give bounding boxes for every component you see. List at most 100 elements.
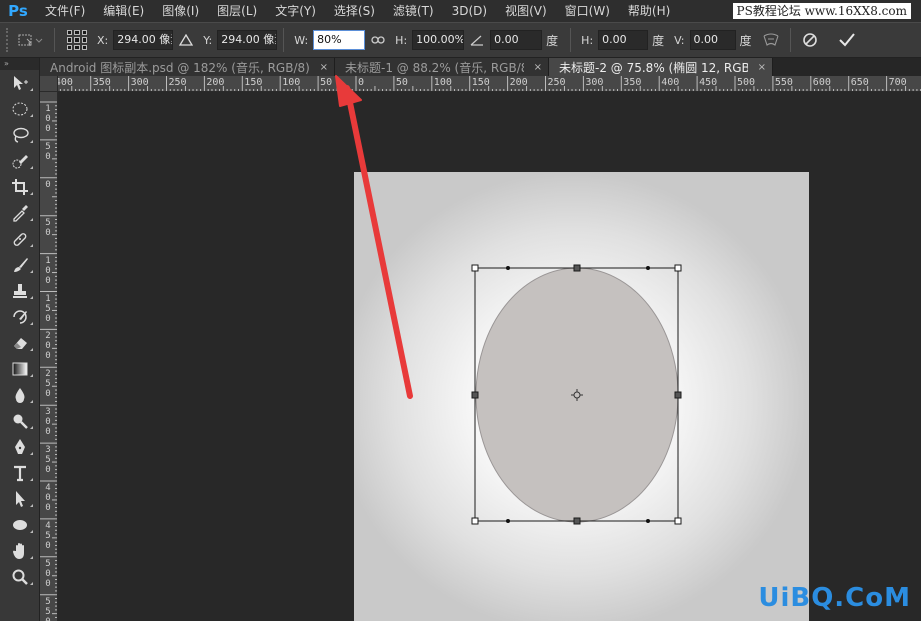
- ruler-h-label: 350: [623, 77, 642, 88]
- skew-v-input[interactable]: 0.00: [689, 30, 736, 50]
- horizontal-ruler[interactable]: 4003503002502001501005005010015020025030…: [58, 76, 921, 92]
- warp-icon[interactable]: [761, 30, 781, 50]
- canvas-workspace[interactable]: [58, 92, 921, 621]
- y-input[interactable]: 294.00 像素: [217, 30, 278, 50]
- ruler-v-label: 4 0 0: [45, 483, 51, 513]
- type-tool[interactable]: [0, 460, 40, 486]
- close-icon[interactable]: ×: [320, 62, 328, 73]
- marquee-tool[interactable]: [0, 96, 40, 122]
- lasso-tool[interactable]: [0, 122, 40, 148]
- ruler-v-label: 0: [45, 179, 51, 190]
- document-tab[interactable]: Android 图标副本.psd @ 182% (音乐, RGB/8) * ×: [40, 58, 335, 76]
- tab-label: 未标题-1 @ 88.2% (音乐, RGB/8) *: [345, 60, 524, 75]
- menu-item[interactable]: 3D(D): [443, 0, 496, 22]
- move-tool[interactable]: [0, 70, 40, 96]
- dodge-tool[interactable]: [0, 408, 40, 434]
- history-brush-tool[interactable]: [0, 304, 40, 330]
- skew-v-label: V:: [674, 33, 685, 47]
- w-label: W:: [294, 33, 309, 47]
- document-canvas[interactable]: [354, 172, 809, 621]
- document-tab[interactable]: 未标题-2 @ 75.8% (椭圆 12, RGB/8) * ×: [549, 58, 773, 76]
- ruler-h-label: 550: [774, 77, 793, 88]
- close-icon[interactable]: ×: [534, 62, 542, 73]
- marquee-icon: [12, 102, 28, 116]
- tool-preset-picker[interactable]: [12, 27, 48, 53]
- path-select-icon: [16, 491, 25, 507]
- skew-h-input[interactable]: 0.00: [598, 30, 649, 50]
- menu-item[interactable]: 文件(F): [36, 0, 94, 22]
- ellipse-tool[interactable]: [0, 512, 40, 538]
- menu-item[interactable]: 视图(V): [496, 0, 556, 22]
- tool-flyout-indicator: [30, 166, 33, 169]
- reference-point-grid[interactable]: [67, 30, 87, 50]
- crop-tool[interactable]: [0, 174, 40, 200]
- ruler-h-label: 100: [433, 77, 452, 88]
- hand-tool[interactable]: [0, 538, 40, 564]
- menu-item[interactable]: 文字(Y): [266, 0, 325, 22]
- ruler-h-label: 0: [358, 77, 365, 88]
- ruler-h-label: 350: [92, 77, 111, 88]
- cancel-icon[interactable]: [800, 30, 820, 50]
- menu-item[interactable]: 滤镜(T): [384, 0, 443, 22]
- menu-item[interactable]: 窗口(W): [556, 0, 619, 22]
- healing-brush-tool[interactable]: [0, 226, 40, 252]
- ruler-v-label: 1 5 0: [45, 293, 51, 324]
- tool-flyout-indicator: [30, 504, 33, 507]
- menu-bar: Ps 文件(F) 编辑(E) 图像(I) 图层(L) 文字(Y) 选择(S) 滤镜(T) 3D…: [0, 0, 921, 22]
- link-icon[interactable]: [368, 30, 388, 50]
- ellipse-icon: [13, 520, 27, 530]
- zoom-icon: [12, 569, 28, 585]
- menu-item[interactable]: 帮助(H): [619, 0, 679, 22]
- checkmark-icon[interactable]: [837, 30, 857, 50]
- stamp-tool[interactable]: [0, 278, 40, 304]
- ruler-h-label: 450: [699, 77, 718, 88]
- eyedropper-tool[interactable]: [0, 200, 40, 226]
- ruler-h-label: 600: [812, 77, 831, 88]
- blur-tool[interactable]: [0, 382, 40, 408]
- triangle-icon[interactable]: [176, 30, 196, 50]
- watermark-bottom: UiBQ.CoM: [758, 583, 911, 613]
- separator: [789, 28, 791, 52]
- gradient-tool[interactable]: [0, 356, 40, 382]
- zoom-tool[interactable]: [0, 564, 40, 590]
- path-select-tool[interactable]: [0, 486, 40, 512]
- menu-item[interactable]: 图像(I): [153, 0, 208, 22]
- tool-flyout-indicator: [30, 478, 33, 481]
- tool-flyout-indicator: [30, 88, 33, 91]
- tool-flyout-indicator: [30, 270, 33, 273]
- tool-flyout-indicator: [30, 374, 33, 377]
- history-brush-icon: [13, 310, 27, 324]
- tool-flyout-indicator: [30, 556, 33, 559]
- pen-tool[interactable]: [0, 434, 40, 460]
- ruler-origin[interactable]: [40, 76, 58, 92]
- menu-item[interactable]: 编辑(E): [94, 0, 153, 22]
- brush-icon: [14, 258, 28, 272]
- h-label: H:: [395, 33, 408, 47]
- ruler-h-label: 100: [282, 77, 301, 88]
- ruler-v-label: 2 0 0: [45, 331, 51, 362]
- skew-v-unit: 度: [739, 33, 752, 48]
- menu-item[interactable]: 图层(L): [208, 0, 266, 22]
- ruler-h-label: 300: [130, 77, 149, 88]
- eraser-icon: [14, 338, 27, 349]
- brush-tool[interactable]: [0, 252, 40, 278]
- pen-icon: [15, 439, 25, 454]
- width-input[interactable]: 80%: [313, 30, 366, 50]
- tool-flyout-indicator: [30, 348, 33, 351]
- eraser-tool[interactable]: [0, 330, 40, 356]
- ruler-v-label: 2 5 0: [45, 369, 51, 400]
- x-input[interactable]: 294.00 像素: [113, 30, 174, 50]
- close-icon[interactable]: ×: [758, 62, 766, 73]
- quick-select-tool[interactable]: [0, 148, 40, 174]
- gradient-icon: [12, 362, 28, 376]
- toolbox-collapse[interactable]: »: [0, 58, 39, 70]
- blur-icon: [15, 388, 25, 403]
- angle-input[interactable]: 0.00: [490, 30, 543, 50]
- document-tab[interactable]: 未标题-1 @ 88.2% (音乐, RGB/8) * ×: [335, 58, 549, 76]
- height-input[interactable]: 100.00%: [412, 30, 465, 50]
- tool-flyout-indicator: [30, 244, 33, 247]
- menu-item[interactable]: 选择(S): [325, 0, 384, 22]
- ruler-v-label: 1 0 0: [45, 104, 51, 134]
- ruler-v-label: 5 5 0: [45, 596, 51, 621]
- vertical-ruler[interactable]: 1 0 0 5 0 0 5 0 1 0 0 1 5 0 2 0 0 2 5 0 3 0 0 3 5…: [40, 92, 58, 621]
